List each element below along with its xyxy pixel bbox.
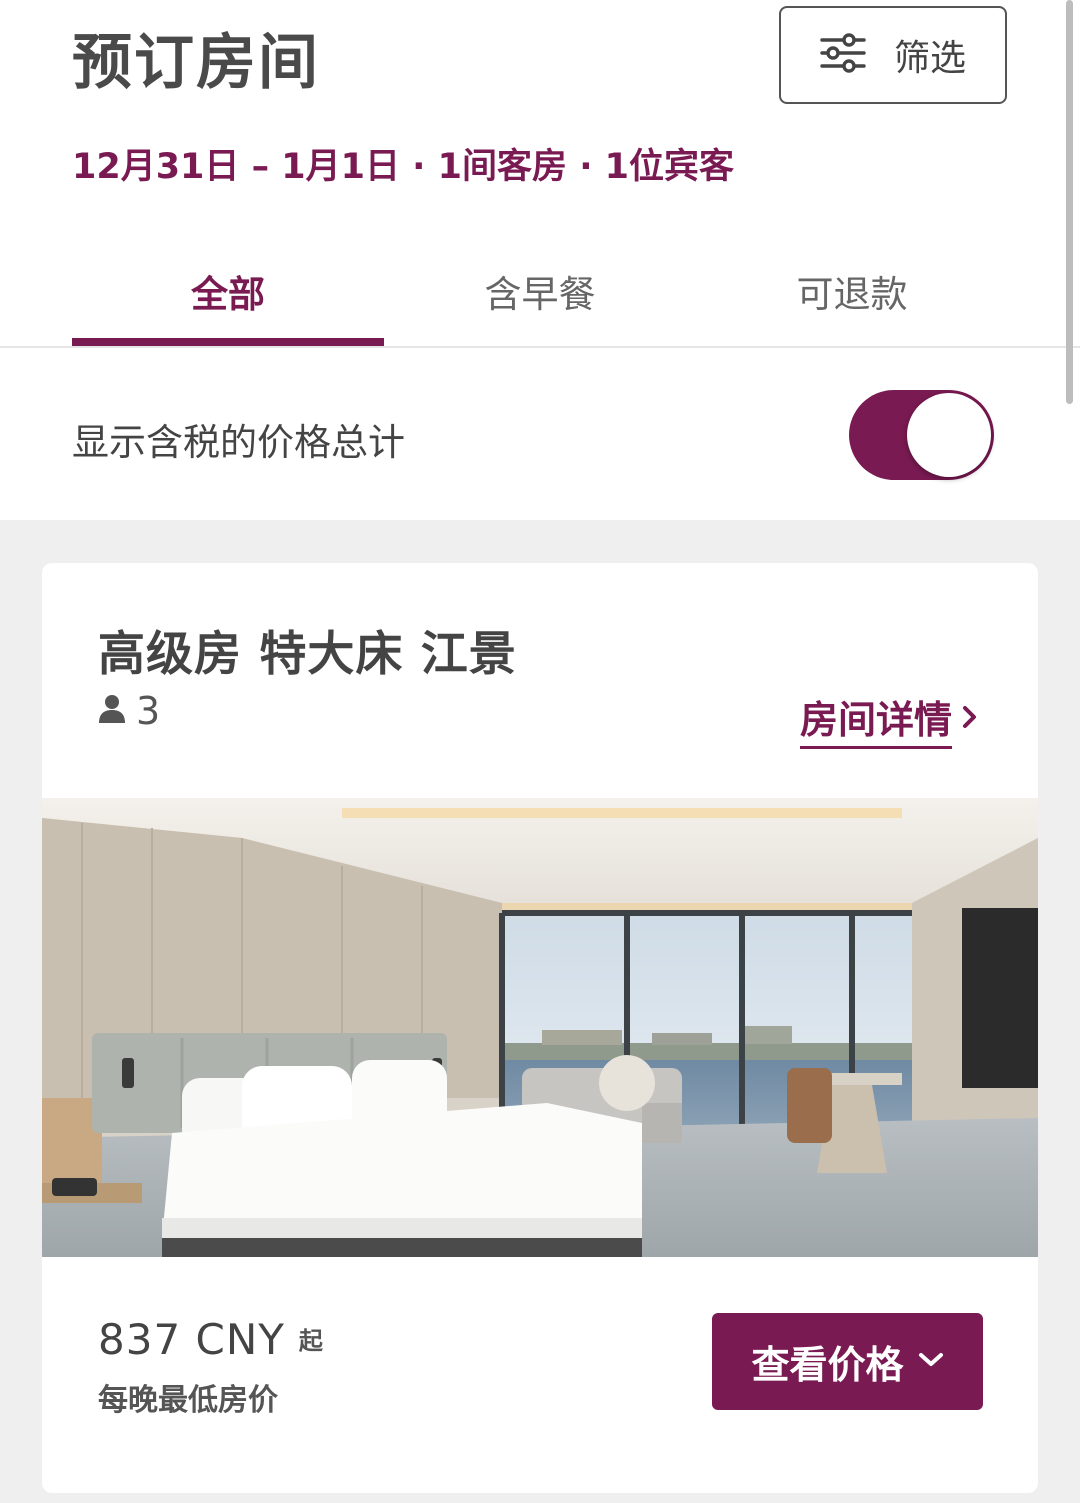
room-details-link[interactable]: 房间详情 xyxy=(800,689,978,749)
chevron-down-icon xyxy=(918,1351,944,1373)
active-tab-indicator xyxy=(72,338,384,346)
view-price-label: 查看价格 xyxy=(751,1343,904,1387)
person-icon xyxy=(98,694,126,728)
tab-bar: 全部 含早餐 可退款 xyxy=(0,240,1080,348)
view-price-button[interactable]: 查看价格 xyxy=(712,1313,983,1410)
room-card: 高级房 特大床 江景 3 房间详情 837 CNY 起 每晚最低房价 查看价格 xyxy=(42,563,1038,1493)
tab-breakfast[interactable]: 含早餐 xyxy=(384,240,696,346)
guest-capacity: 3 xyxy=(98,689,160,733)
price-note: 每晚最低房价 xyxy=(98,1383,278,1418)
header-section: 预订房间 筛选 12月31日 – 1月1日 · 1间客房 · 1位宾客 全部 含… xyxy=(0,0,1080,520)
tax-toggle-switch[interactable] xyxy=(849,390,994,480)
filter-button[interactable]: 筛选 xyxy=(779,6,1007,104)
guest-count: 3 xyxy=(136,689,161,733)
sliders-icon xyxy=(820,33,866,77)
room-price: 837 CNY 起 xyxy=(98,1315,323,1364)
room-name: 高级房 特大床 江景 xyxy=(98,627,517,682)
price-suffix: 起 xyxy=(298,1327,323,1355)
room-details-label: 房间详情 xyxy=(800,689,953,749)
tab-refundable[interactable]: 可退款 xyxy=(696,240,1008,346)
filter-label: 筛选 xyxy=(893,38,966,79)
tax-toggle-label: 显示含税的价格总计 xyxy=(72,421,405,464)
tab-all[interactable]: 全部 xyxy=(72,240,384,346)
booking-summary[interactable]: 12月31日 – 1月1日 · 1间客房 · 1位宾客 xyxy=(72,138,734,189)
toggle-knob xyxy=(907,393,991,477)
room-photo[interactable] xyxy=(42,798,1038,1257)
page-title: 预订房间 xyxy=(72,28,320,98)
scrollbar[interactable] xyxy=(1066,0,1073,404)
chevron-right-icon xyxy=(962,704,978,734)
price-amount: 837 CNY xyxy=(98,1315,285,1364)
